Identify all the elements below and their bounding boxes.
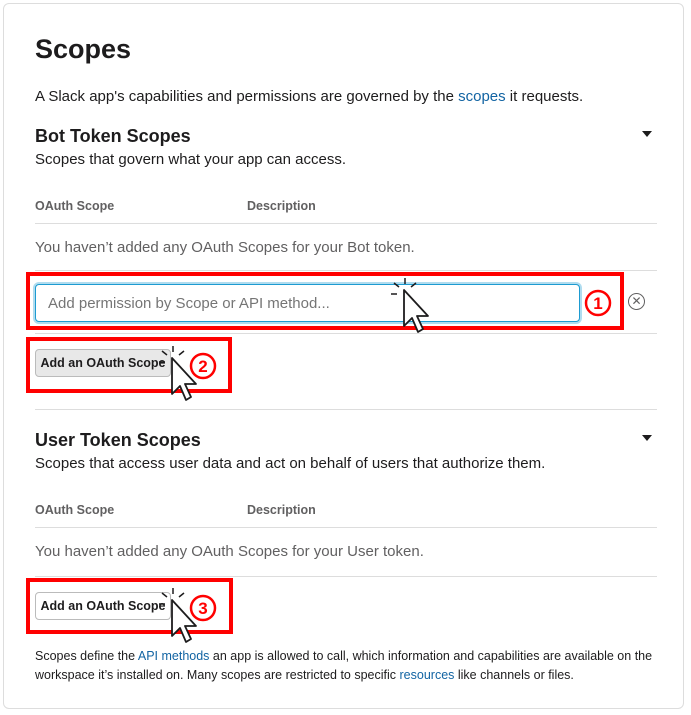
user-col-description: Description <box>247 503 316 517</box>
footer-note: Scopes define the API methods an app is … <box>35 649 653 682</box>
pointer-cursor-icon <box>159 588 197 643</box>
divider <box>35 527 657 528</box>
bot-section-collapse-icon[interactable] <box>642 131 652 137</box>
bot-col-description: Description <box>247 199 316 213</box>
divider <box>35 409 657 410</box>
highlight-box-step-1 <box>26 272 624 330</box>
intro-text: A Slack app's capabilities and permissio… <box>35 88 584 105</box>
step-1-marker: 1 <box>584 289 612 317</box>
bot-section-subtitle: Scopes that govern what your app can acc… <box>35 151 347 168</box>
divider <box>35 333 657 334</box>
resources-link[interactable]: resources <box>400 668 455 682</box>
bot-empty-message: You haven’t added any OAuth Scopes for y… <box>35 239 415 256</box>
divider <box>35 270 657 271</box>
user-section-title: User Token Scopes <box>35 430 201 450</box>
pointer-cursor-icon <box>159 346 197 401</box>
clear-input-icon[interactable]: ✕ <box>628 293 645 310</box>
svg-text:1: 1 <box>593 294 602 313</box>
user-empty-message: You haven’t added any OAuth Scopes for y… <box>35 543 424 560</box>
pointer-cursor-icon <box>391 278 429 333</box>
user-col-oauth-scope: OAuth Scope <box>35 503 115 517</box>
user-section-collapse-icon[interactable] <box>642 435 652 441</box>
bot-section-title: Bot Token Scopes <box>35 126 191 146</box>
api-methods-link[interactable]: API methods <box>138 649 210 663</box>
scopes-link[interactable]: scopes <box>458 88 506 105</box>
divider <box>35 576 657 577</box>
user-section-subtitle: Scopes that access user data and act on … <box>35 455 546 472</box>
page-title: Scopes <box>35 34 132 64</box>
bot-col-oauth-scope: OAuth Scope <box>35 199 115 213</box>
divider <box>35 223 657 224</box>
